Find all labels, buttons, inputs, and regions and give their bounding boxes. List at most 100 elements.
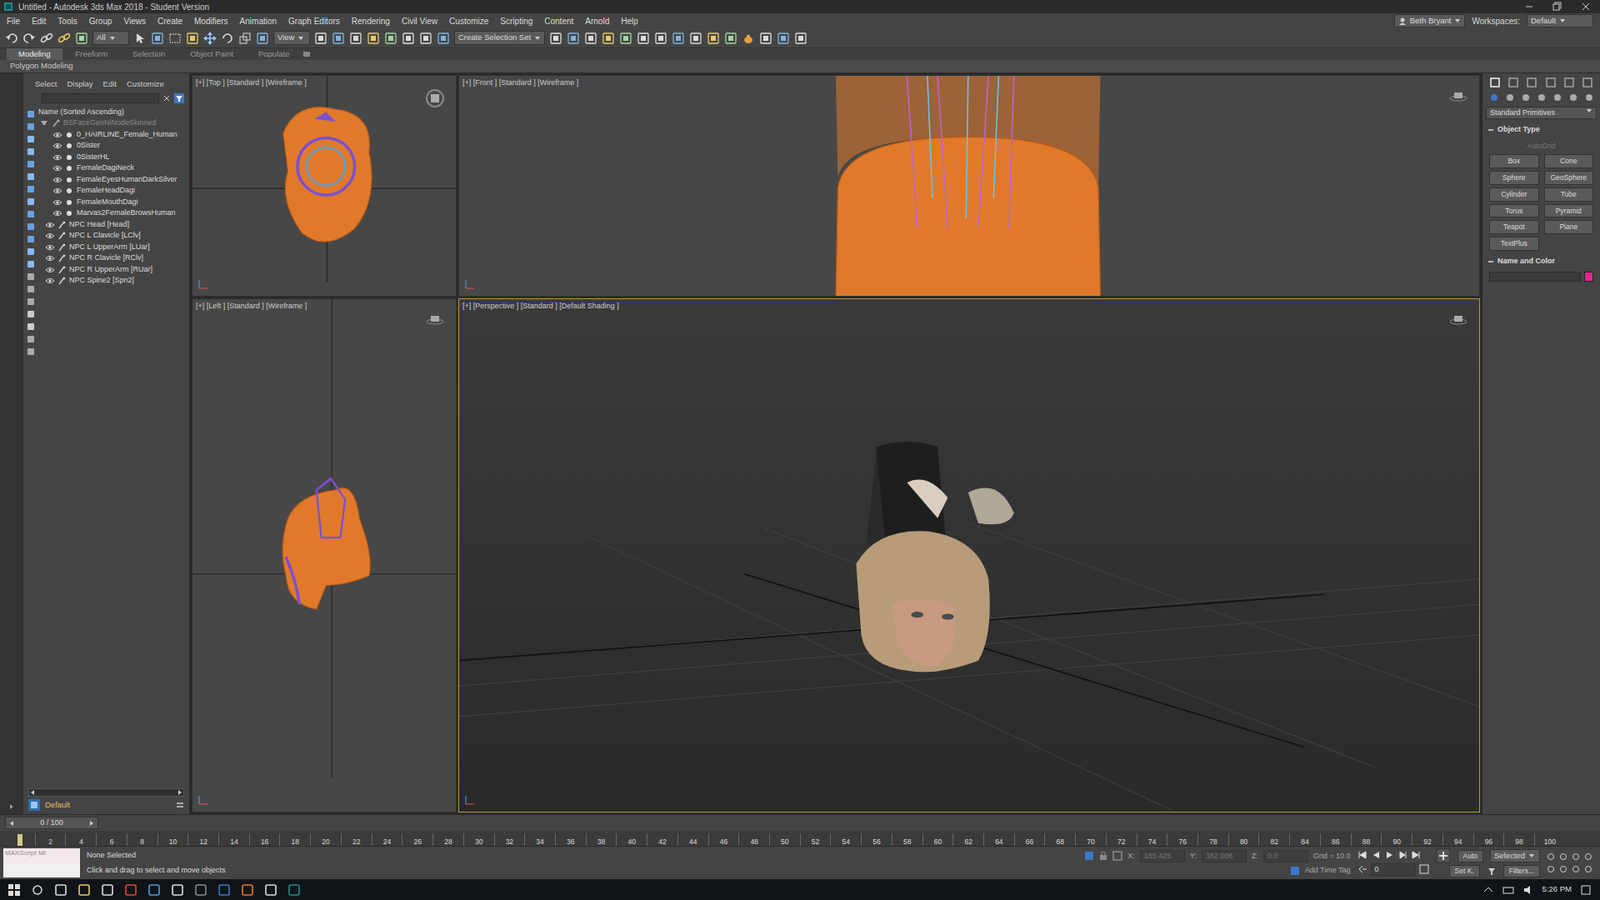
visibility-eye-icon[interactable]	[53, 175, 62, 185]
filter-type-icon[interactable]	[26, 147, 35, 156]
toolbar-mirror-icon[interactable]	[549, 31, 563, 45]
ribbon-tab[interactable]: Modeling	[6, 48, 63, 60]
filter-type-icon[interactable]	[26, 185, 35, 194]
clock[interactable]: 5:26 PM	[1542, 883, 1572, 895]
toolbar-ribbon-icon[interactable]	[619, 31, 633, 45]
name-color-rollout[interactable]: Name and Color	[1485, 254, 1597, 270]
tree-row[interactable]: NPC R UpperArm [RUar]	[38, 264, 190, 276]
playback-icon[interactable]	[1370, 850, 1381, 860]
menu-item[interactable]: Arnold	[585, 15, 610, 28]
menu-item[interactable]: Create	[157, 15, 183, 28]
filter-type-icon[interactable]	[26, 310, 35, 319]
visibility-eye-icon[interactable]	[45, 276, 55, 285]
primitive-button[interactable]: Cone	[1544, 154, 1595, 169]
primitive-button[interactable]: Teapot	[1489, 220, 1540, 235]
viewport-label[interactable]: [+] [Top ] [Standard ] [Wireframe ]	[195, 77, 307, 90]
viewport[interactable]: [+] [Front ] [Standard ] [Wireframe ]	[458, 75, 1480, 297]
layer-icon[interactable]	[28, 799, 40, 811]
category-icon[interactable]	[1505, 93, 1515, 102]
set-key-button[interactable]: Set K.	[1449, 865, 1480, 878]
tree-row[interactable]: 0_HAIRLINE_Female_Human	[38, 129, 190, 141]
filter-type-icon[interactable]	[26, 222, 35, 231]
explorer-menu-item[interactable]: Edit	[103, 78, 117, 90]
visibility-eye-icon[interactable]	[45, 231, 55, 240]
pan-icon[interactable]	[1546, 865, 1556, 875]
maxscript-output[interactable]	[3, 863, 80, 878]
selection-filter-dropdown[interactable]: All	[92, 30, 130, 45]
panel-tab-icon[interactable]	[1545, 77, 1556, 88]
toolbar-render-setup-icon[interactable]	[689, 31, 703, 45]
filter-type-icon[interactable]	[26, 172, 35, 181]
viewcube-icon[interactable]	[425, 89, 445, 108]
viewport-label[interactable]: [+] [Perspective ] [Standard ] [Default …	[462, 300, 620, 313]
time-config-icon[interactable]	[1419, 864, 1430, 875]
visibility-eye-icon[interactable]	[53, 141, 62, 150]
toolbar-spinner-icon[interactable]	[419, 31, 433, 45]
toolbar-angle-icon[interactable]	[384, 31, 398, 45]
playback-icon[interactable]	[1410, 850, 1421, 860]
taskbar-app-icon[interactable]	[288, 884, 300, 896]
playback-icon[interactable]	[1357, 850, 1368, 860]
category-icon[interactable]	[1537, 93, 1546, 102]
color-swatch[interactable]	[1584, 271, 1594, 282]
viewport[interactable]: [+] [Top ] [Standard ] [Wireframe ]	[191, 75, 457, 297]
panel-tab-icon[interactable]	[1582, 77, 1593, 88]
viewcube-icon[interactable]	[1449, 89, 1468, 104]
tree-row[interactable]: FemaleMouthDagi	[38, 196, 190, 209]
lock-icon[interactable]	[1099, 850, 1108, 861]
panel-tab-icon[interactable]	[1508, 77, 1519, 88]
playback-icon[interactable]	[1397, 850, 1408, 860]
toolbar-render-icon[interactable]	[724, 31, 738, 45]
filter-type-icon[interactable]	[26, 160, 35, 169]
panel-tab-icon[interactable]	[1564, 77, 1575, 88]
tree-row[interactable]: 0SisterHL	[38, 151, 190, 164]
taskbar-app-icon[interactable]	[241, 884, 254, 896]
menu-item[interactable]: Tools	[57, 15, 77, 28]
clear-icon[interactable]	[162, 94, 171, 103]
category-icon[interactable]	[1521, 93, 1530, 102]
taskbar-app-icon[interactable]	[148, 884, 160, 896]
menu-item[interactable]: Civil View	[401, 15, 438, 28]
primitive-button[interactable]: Tube	[1544, 187, 1595, 202]
toolbar-select-icon[interactable]	[133, 31, 147, 45]
next-frame-icon[interactable]	[88, 820, 95, 827]
maxscript-label[interactable]: MAXScript Mi:	[3, 848, 80, 863]
filter-type-icon[interactable]	[26, 235, 35, 244]
viewcube-icon[interactable]	[425, 312, 445, 327]
visibility-eye-icon[interactable]	[53, 164, 62, 173]
toolbar-link-icon[interactable]	[57, 31, 71, 45]
add-time-tag[interactable]: Add Time Tag	[1305, 865, 1351, 877]
cortana-icon[interactable]	[31, 884, 44, 896]
filter-type-icon[interactable]	[26, 247, 35, 256]
visibility-eye-icon[interactable]	[53, 186, 62, 195]
coordinate-field[interactable]: 185.425	[1140, 850, 1185, 864]
tree-row[interactable]: BSFaceGenNiNodeSkinned	[38, 117, 190, 130]
primitive-button[interactable]: Box	[1489, 154, 1540, 169]
ribbon-panel[interactable]: Polygon Modeling	[0, 60, 1600, 73]
toolbar-undo-icon[interactable]	[5, 31, 19, 45]
visibility-eye-icon[interactable]	[53, 130, 62, 140]
toolbar-rect-icon[interactable]	[168, 31, 182, 45]
viewport-label[interactable]: [+] [Left ] [Standard ] [Wireframe ]	[195, 300, 307, 313]
collapse-icon[interactable]	[40, 119, 49, 128]
filter-type-icon[interactable]	[26, 260, 35, 269]
taskbar-app-icon[interactable]	[125, 884, 137, 896]
layer-stack-icon[interactable]	[175, 799, 185, 811]
toolbar-align-icon[interactable]	[566, 31, 580, 45]
menu-item[interactable]: Group	[89, 15, 113, 28]
menu-item[interactable]: Edit	[31, 15, 46, 28]
key-filter-dropdown[interactable]: Selected	[1490, 849, 1540, 863]
primitive-button[interactable]: TextPlus	[1489, 236, 1540, 251]
toolbar-material-icon[interactable]	[671, 31, 685, 45]
tree-row[interactable]: NPC L Clavicle [LClv]	[38, 230, 190, 242]
layer-row[interactable]: Default	[28, 799, 185, 811]
fov-icon[interactable]	[1571, 865, 1581, 875]
menu-item[interactable]: Graph Editors	[288, 15, 340, 28]
tray-expand-icon[interactable]	[1482, 884, 1495, 896]
tree-row[interactable]: NPC R Clavicle [RClv]	[38, 252, 190, 265]
toolbar-move-icon[interactable]	[203, 31, 217, 45]
primitive-button[interactable]: Plane	[1544, 220, 1595, 235]
menu-item[interactable]: Help	[620, 15, 639, 28]
prev-frame-icon[interactable]	[8, 820, 15, 827]
menu-item[interactable]: File	[6, 15, 20, 28]
